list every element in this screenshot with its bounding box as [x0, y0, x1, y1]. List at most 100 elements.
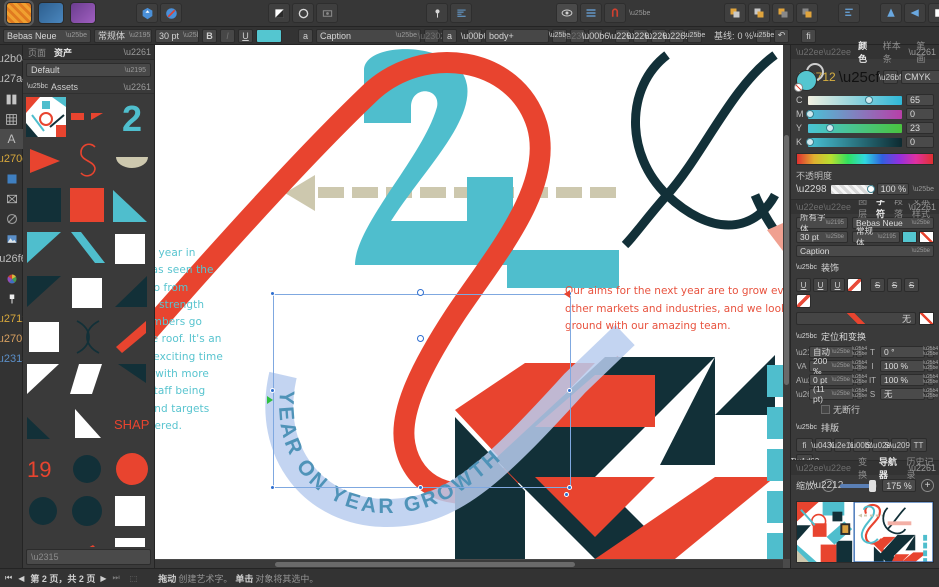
decoration-group-header[interactable]: \u25bc 装饰 — [791, 258, 939, 276]
asset-thumbnail[interactable] — [69, 493, 109, 533]
font-scope-dropdown[interactable]: 所有字体\u2195 — [796, 217, 848, 229]
opacity-slider[interactable] — [831, 185, 873, 194]
panel-menu-icon[interactable]: \u2261 — [123, 47, 151, 57]
asset-thumbnail[interactable] — [69, 97, 109, 137]
canvas-vertical-scrollbar[interactable] — [783, 45, 790, 559]
asset-thumbnail[interactable] — [69, 185, 109, 225]
vscale-field[interactable]: 100 % — [880, 374, 925, 386]
color-panel-menu-icon[interactable]: \u2261 — [908, 47, 936, 57]
text-start-marker[interactable] — [267, 396, 273, 404]
text-wrap-button[interactable] — [450, 3, 472, 23]
asset-thumbnail[interactable]: 2 — [112, 97, 152, 137]
baseline-stepper[interactable]: \u25b4\u25be — [856, 374, 863, 386]
small-caps-button[interactable]: T\u1d63 — [796, 454, 813, 461]
zoom-out-button[interactable]: \u2212 — [822, 479, 835, 492]
subscript-button[interactable]: S\u2093 — [891, 438, 908, 452]
tracking-stepper[interactable]: \u25b4\u25be — [856, 360, 863, 372]
text-fill-swatch[interactable] — [256, 29, 282, 43]
asset-thumbnail[interactable] — [69, 273, 109, 313]
asset-thumbnail[interactable] — [112, 141, 152, 181]
underline-button[interactable]: U — [796, 278, 811, 292]
photo-persona-button[interactable] — [70, 2, 96, 24]
assets-section-header[interactable]: \u25bc Assets \u2261 — [23, 80, 154, 94]
add-page-button[interactable]: ⬚ — [130, 574, 139, 583]
selection-handle-bl[interactable] — [270, 485, 275, 490]
font-size-field[interactable]: 30 pt \u25be — [155, 29, 199, 43]
asset-thumbnail[interactable] — [26, 141, 66, 181]
lock-icon[interactable]: \u26bf — [883, 70, 898, 84]
hscale-field[interactable]: 100 % — [880, 360, 925, 372]
pen-tool[interactable]: \u270e — [0, 149, 23, 169]
grid-button[interactable] — [580, 3, 602, 23]
asset-thumbnail[interactable] — [69, 405, 109, 445]
text-end-marker[interactable] — [564, 290, 570, 298]
skew-stepper[interactable]: \u25b4\u25be — [927, 388, 934, 400]
selection-handle-mr[interactable] — [567, 388, 572, 393]
decoration-none-swatch[interactable] — [919, 312, 934, 325]
tab-layers[interactable]: 图层 — [858, 200, 869, 220]
move-to-front-button[interactable] — [724, 3, 746, 23]
hand-tool[interactable]: \u270b — [0, 329, 23, 349]
text-style-icon-button[interactable]: a — [442, 29, 457, 43]
previous-page-button[interactable]: ◀ — [18, 574, 25, 583]
fill-tool[interactable] — [0, 289, 23, 309]
tab-assets[interactable]: 资产 — [54, 46, 72, 59]
asset-category-dropdown[interactable]: Default \u2195 — [26, 63, 151, 77]
scrollbar-thumb[interactable] — [275, 562, 575, 567]
bold-button[interactable]: B — [202, 29, 217, 43]
decoration-color-field[interactable]: 无 — [796, 312, 916, 325]
rotation-handle-top[interactable] — [417, 289, 424, 296]
assets-section-menu-icon[interactable]: \u2261 — [123, 82, 151, 92]
char-stroke-none-swatch[interactable] — [919, 231, 934, 243]
tab-navigator[interactable]: 导航器 — [879, 455, 900, 481]
positioning-group-header[interactable]: \u25bc 定位和变换 — [791, 327, 939, 345]
asset-thumbnail[interactable] — [26, 405, 66, 445]
asset-thumbnail[interactable] — [112, 229, 152, 269]
character-panel-menu-icon[interactable]: \u2261 — [908, 202, 936, 212]
color-picker-tool[interactable] — [0, 269, 23, 289]
char-fill-swatch[interactable] — [902, 231, 917, 243]
double-underline-button[interactable]: U — [813, 278, 828, 292]
publisher-persona-button[interactable] — [6, 2, 32, 24]
selection-handle-tl[interactable] — [270, 291, 275, 296]
designer-persona-button[interactable] — [38, 2, 64, 24]
node-tool[interactable]: \u27a4 — [0, 69, 23, 89]
no-style-button[interactable]: \u2302 — [424, 29, 439, 43]
char-style-dropdown[interactable]: Caption\u25be — [796, 245, 934, 257]
asset-thumbnail[interactable] — [69, 141, 109, 181]
asset-thumbnail[interactable] — [26, 537, 66, 547]
selection-handle-ml[interactable] — [270, 388, 275, 393]
align-left-button[interactable] — [880, 3, 902, 23]
opacity-row[interactable]: \u2298 100 % \u25be — [791, 182, 939, 199]
aims-text-block[interactable]: Our aims for the next year are to grow e… — [565, 283, 783, 336]
snapping-dropdown-arrow[interactable]: \u25be — [628, 10, 650, 17]
navigator-preview[interactable] — [796, 501, 934, 563]
asset-thumbnail[interactable] — [69, 229, 109, 269]
rotation-handle-center[interactable] — [417, 335, 424, 342]
selection-bounding-box[interactable] — [273, 294, 571, 488]
asset-thumbnail[interactable] — [26, 361, 66, 401]
asset-thumbnail[interactable] — [112, 449, 152, 489]
text-flow-field[interactable]: body+ — [485, 29, 549, 43]
snapping-button[interactable] — [604, 3, 626, 23]
move-tool[interactable]: \u2b08 — [0, 49, 23, 69]
assets-search-input[interactable]: \u2315 — [26, 549, 151, 565]
canvas-horizontal-scrollbar[interactable] — [155, 560, 783, 568]
preflight-button[interactable] — [136, 3, 158, 23]
asset-thumbnail[interactable]: SHAP — [112, 405, 152, 445]
asset-thumbnail[interactable] — [26, 273, 66, 313]
word-underline-button[interactable]: U — [830, 278, 845, 292]
asset-thumbnail[interactable] — [69, 361, 109, 401]
text-frame-button[interactable] — [160, 3, 182, 23]
none-icon[interactable]: \u2298 — [796, 184, 827, 195]
spread-view-button[interactable] — [292, 3, 314, 23]
black-slider[interactable] — [808, 138, 902, 147]
asset-thumbnail[interactable] — [26, 493, 66, 533]
navigator-panel-menu-icon[interactable]: \u2261 — [908, 463, 936, 473]
black-value[interactable]: 0 — [906, 136, 934, 148]
align-justify-button[interactable]: \u2261 — [669, 29, 684, 43]
flip-horizontal-button[interactable] — [928, 3, 939, 23]
char-font-style-dropdown[interactable]: 常规体\u2195 — [852, 231, 900, 243]
kerning-dropdown[interactable]: (11 pt)\u25be — [809, 388, 854, 400]
magenta-value[interactable]: 0 — [906, 108, 934, 120]
